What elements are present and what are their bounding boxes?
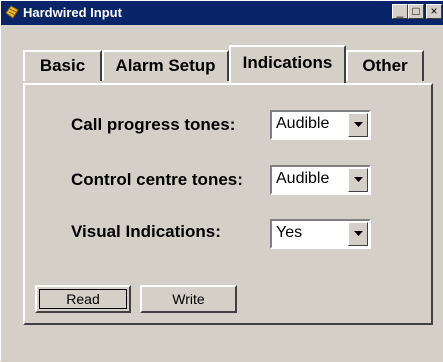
minimize-button[interactable]: _ [392,4,408,19]
window-title: Hardwired Input [23,5,122,20]
read-button[interactable]: Read [35,285,131,313]
visual-indications-label: Visual Indications: [71,222,221,241]
control-centre-tones-dropdown-button[interactable] [348,168,368,192]
control-centre-tones-label: Control centre tones: [71,170,243,189]
close-icon: × [430,4,438,18]
tab-alarm-setup[interactable]: Alarm Setup [102,50,229,81]
hardwired-input-window: Hardwired Input _ □ × Basic Alarm Setup … [0,0,443,361]
control-centre-tones-select[interactable]: Audible [270,165,371,195]
read-button-label: Read [66,291,100,307]
write-button-label: Write [172,291,205,307]
minimize-icon: _ [396,4,404,18]
tab-other-label: Other [362,56,408,75]
tab-alarm-setup-label: Alarm Setup [115,56,216,75]
tab-other[interactable]: Other [346,50,424,81]
call-progress-tones-label: Call progress tones: [71,115,236,134]
title-bar[interactable]: Hardwired Input _ □ × [1,1,443,25]
chevron-down-icon [354,122,363,127]
tab-indications-label: Indications [242,53,333,72]
call-progress-tones-value: Audible [276,115,330,132]
chevron-down-icon [354,177,363,182]
tab-basic[interactable]: Basic [23,50,102,81]
visual-indications-select[interactable]: Yes [270,219,371,249]
close-button[interactable]: × [426,4,442,19]
write-button[interactable]: Write [140,285,237,313]
tab-indications[interactable]: Indications [229,45,346,83]
indications-panel: Call progress tones: Audible Control cen… [23,83,433,325]
control-centre-tones-value: Audible [276,170,330,187]
app-icon [5,5,19,19]
call-progress-tones-select[interactable]: Audible [270,110,371,140]
visual-indications-value: Yes [276,224,303,241]
chevron-down-icon [354,231,363,236]
call-progress-tones-dropdown-button[interactable] [348,113,368,137]
visual-indications-dropdown-button[interactable] [348,222,368,246]
maximize-button[interactable]: □ [408,4,424,19]
tab-basic-label: Basic [39,56,86,75]
maximize-icon: □ [412,4,420,18]
